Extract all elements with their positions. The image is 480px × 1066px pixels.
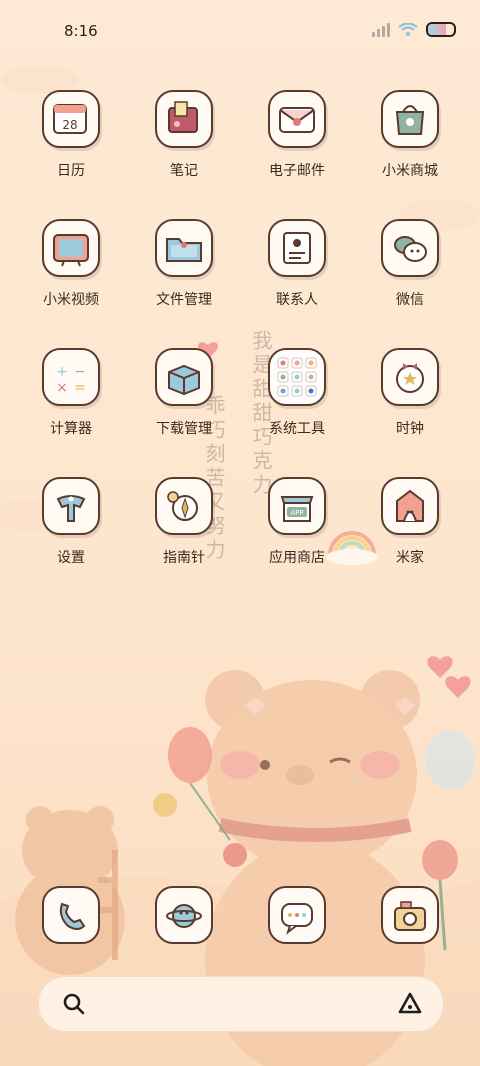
app-label: 计算器 [50,421,92,437]
app-label: 电子邮件 [269,163,325,179]
settings-icon [42,477,100,535]
status-bar: 8:16 [0,0,480,62]
dock-browser[interactable] [134,886,234,944]
mi-store-icon [381,90,439,148]
dock-camera[interactable] [360,886,460,944]
app-email[interactable]: 电子邮件 [247,90,347,180]
assistant-icon[interactable] [397,991,423,1017]
app-label: 米家 [396,550,424,566]
svg-text:+: + [56,364,68,380]
compass-icon [155,477,213,535]
folder-system-tools-icon [268,348,326,406]
tv-icon [42,219,100,277]
clock-icon [381,348,439,406]
calculator-icon: + − × = [42,348,100,406]
app-label: 小米视频 [43,292,99,308]
dock-phone[interactable] [21,886,121,944]
phone-icon [42,886,100,944]
app-label: 联系人 [276,292,318,308]
calendar-icon: 28 [42,90,100,148]
search-icon[interactable] [61,991,87,1017]
app-store-icon: APP [268,477,326,535]
wechat-icon [381,219,439,277]
app-label: 文件管理 [156,292,212,308]
svg-text:=: = [74,380,86,396]
folder-icon [155,219,213,277]
calendar-date: 28 [62,118,77,132]
app-label: 系统工具 [269,421,325,437]
camera-icon [381,886,439,944]
search-bar[interactable] [38,976,444,1032]
app-wechat[interactable]: 微信 [360,219,460,309]
app-mi-video[interactable]: 小米视频 [21,219,121,309]
app-settings[interactable]: 设置 [21,477,121,567]
app-label: 日历 [57,163,85,179]
download-box-icon [155,348,213,406]
status-time: 8:16 [64,22,98,40]
app-label: 设置 [57,550,85,566]
signal-icon [372,22,390,37]
svg-text:×: × [56,380,68,396]
app-label: 笔记 [170,163,198,179]
wifi-icon [398,22,418,36]
messages-icon [268,886,326,944]
app-label: 下载管理 [156,421,212,437]
browser-planet-icon [155,886,213,944]
app-label: 微信 [396,292,424,308]
battery-fill [428,24,447,35]
app-contacts[interactable]: 联系人 [247,219,347,309]
app-compass[interactable]: 指南针 [134,477,234,567]
notes-icon [155,90,213,148]
app-label: 应用商店 [269,550,325,566]
email-icon [268,90,326,148]
app-label: 小米商城 [382,163,438,179]
app-download-manager[interactable]: 下载管理 [134,348,234,438]
app-file-manager[interactable]: 文件管理 [134,219,234,309]
status-icons [372,22,456,37]
app-label: 指南针 [163,550,205,566]
app-clock[interactable]: 时钟 [360,348,460,438]
app-mi-home[interactable]: 米家 [360,477,460,567]
mi-home-icon [381,477,439,535]
app-store-badge-text: APP [290,509,303,517]
contacts-icon [268,219,326,277]
app-mi-store[interactable]: 小米商城 [360,90,460,180]
battery-icon [426,22,456,37]
app-label: 时钟 [396,421,424,437]
svg-text:−: − [74,364,86,380]
app-app-store[interactable]: APP 应用商店 [247,477,347,567]
dock-messages[interactable] [247,886,347,944]
app-calculator[interactable]: + − × = 计算器 [21,348,121,438]
app-calendar[interactable]: 28 日历 [21,90,121,180]
app-notes[interactable]: 笔记 [134,90,234,180]
app-folder-system-tools[interactable]: 系统工具 [247,348,347,438]
